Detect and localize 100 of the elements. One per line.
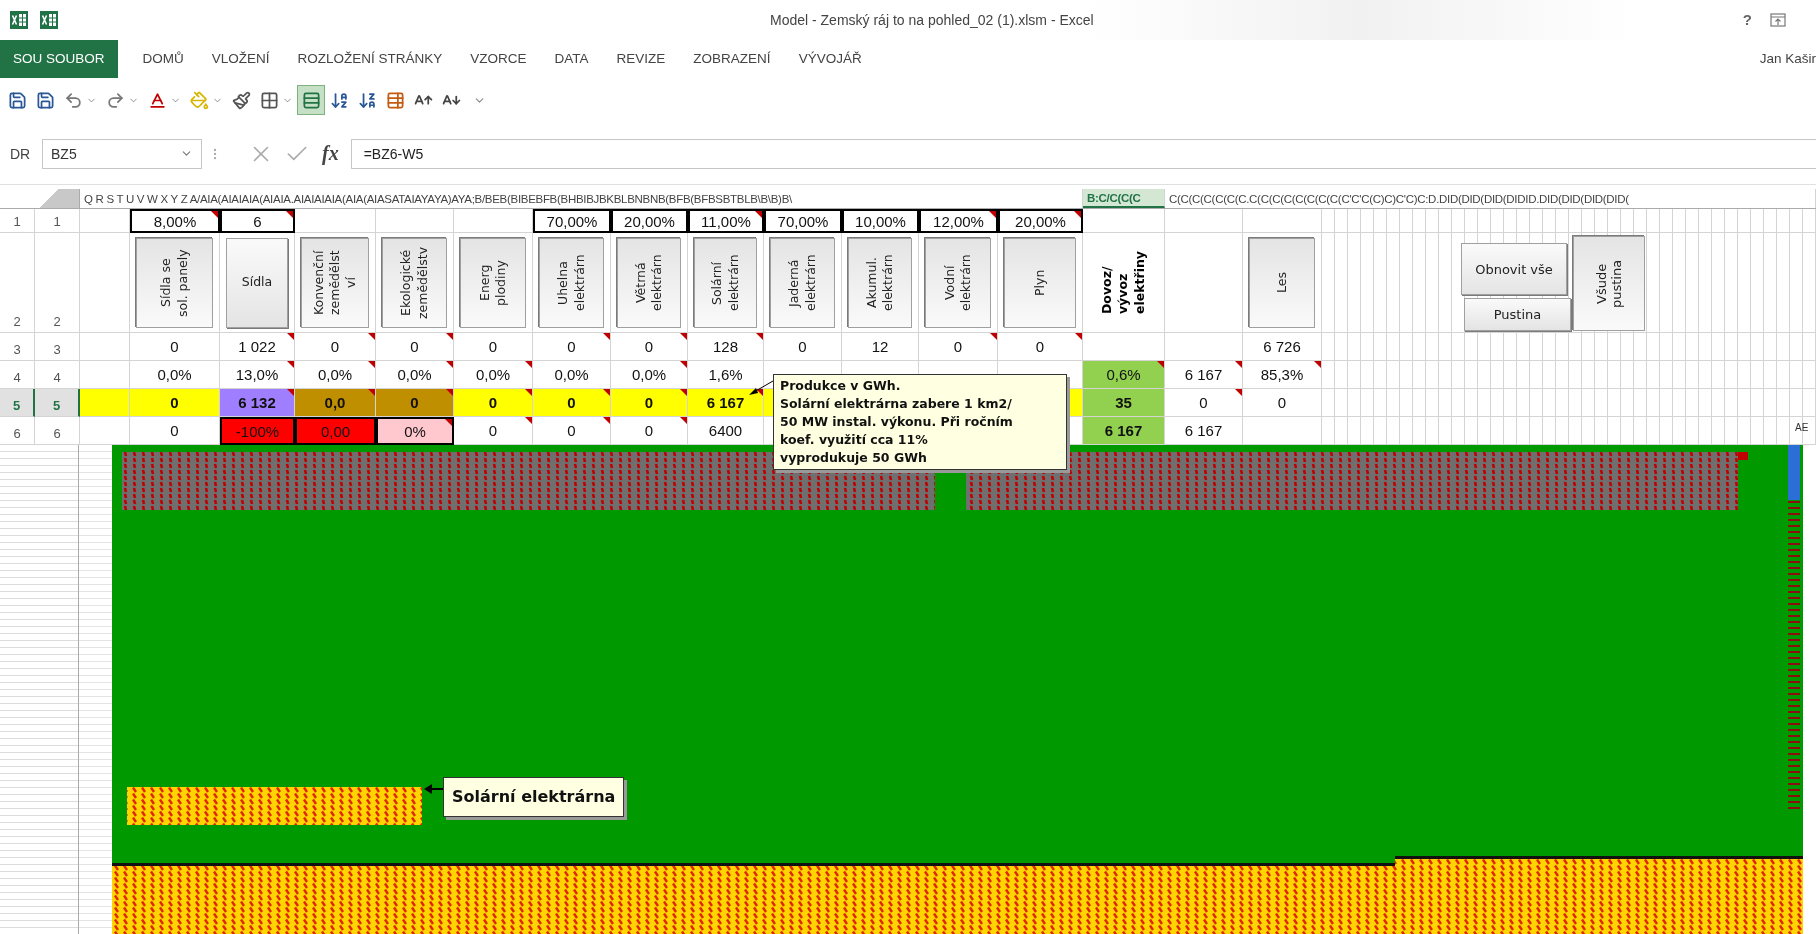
sheet-button[interactable]: Vodní elektrárn	[925, 237, 991, 328]
table-cell: 0	[376, 389, 454, 417]
sheet-button[interactable]: Plyn	[1004, 237, 1076, 328]
table-cell: 70,00%	[764, 209, 842, 233]
column-headers[interactable]: B:C/C(C(C	[1083, 189, 1165, 208]
user-name[interactable]: Jan Kašir	[1759, 51, 1816, 67]
row-header[interactable]: 4	[0, 361, 35, 389]
sheet-button[interactable]: Sídla se sol. panely	[136, 237, 213, 328]
ribbon-tab[interactable]: VLOŽENÍ	[198, 39, 283, 78]
row-header[interactable]: 2	[0, 233, 35, 333]
table-cell: 0,0%	[611, 361, 688, 389]
sheet-button[interactable]: Všude pustina	[1573, 236, 1645, 331]
row-header[interactable]: 3	[35, 333, 80, 361]
paint-bucket-icon	[189, 90, 209, 110]
font-color-icon	[147, 90, 167, 110]
row-header[interactable]: 5	[35, 389, 80, 417]
comment-box: Produkce v GWh. Solární elektrárna zabere 1 km2/ 50 MW instal. výkonu. Při ročním koef. využití cca 11% vyprodukuje 50 GWh	[773, 374, 1067, 470]
table-cell: 0	[295, 333, 376, 361]
toolbar-button[interactable]	[298, 86, 324, 115]
leader-line	[748, 380, 774, 396]
table-cell: 0,0	[295, 389, 376, 417]
table-cell: 0	[130, 333, 220, 361]
ribbon-tab[interactable]: ZOBRAZENÍ	[680, 39, 784, 78]
table-cell: 0	[533, 389, 611, 417]
row-header[interactable]: 1	[0, 209, 35, 233]
sheet-button[interactable]: Ekologické zemědělstv	[382, 237, 447, 328]
table-cell: 0	[454, 389, 533, 417]
save-icon	[35, 90, 55, 110]
redo-icon	[105, 90, 125, 110]
table-cell: 0,0%	[295, 361, 376, 389]
window-title: Model - Zemský ráj to na pohled_02 (1).xlsm - Excel	[770, 11, 1094, 28]
sheet-button[interactable]: Les	[1249, 237, 1315, 328]
formula-field[interactable]: =BZ6-W5	[350, 138, 1816, 169]
ribbon-tab[interactable]: DOMŮ	[129, 39, 197, 78]
leader-arrow-icon	[424, 783, 444, 795]
cell-reference: BZ5	[51, 145, 77, 162]
sort-descending-icon	[357, 90, 377, 110]
file-tab[interactable]: SOU SOUBOR	[0, 39, 118, 78]
table-cell: 35	[1083, 389, 1165, 417]
row-header[interactable]: 6	[0, 417, 35, 445]
sheet-button[interactable]: Větrná elektrárn	[617, 237, 681, 328]
table-cell: 6 132	[220, 389, 295, 417]
table-cell: 6 167	[1165, 361, 1243, 389]
table-cell: 0	[764, 333, 842, 361]
sheet-button[interactable]: Obnovit vše	[1461, 243, 1567, 295]
sheet-button[interactable]: Sídla	[226, 237, 288, 328]
row-header[interactable]: 4	[35, 361, 80, 389]
row-header[interactable]: 1	[35, 209, 80, 233]
help-button[interactable]: ?	[1736, 11, 1758, 29]
sheet-button[interactable]: Pustina	[1464, 298, 1571, 331]
table-cell: 13,0%	[220, 361, 295, 389]
sort-ascending-icon	[329, 90, 349, 110]
sheet-button[interactable]: Solární elektrárn	[694, 237, 757, 328]
ribbon-tab[interactable]: REVIZE	[603, 39, 679, 78]
sheet-button[interactable]: Konvenční zemědělst ví	[301, 237, 369, 328]
table-cell: 0,0%	[454, 361, 533, 389]
table-cell: 6 726	[1243, 333, 1322, 361]
ribbon-tab[interactable]: VÝVOJÁŘ	[785, 39, 875, 78]
table-icon	[385, 90, 405, 110]
table-cell: 0,0%	[376, 361, 454, 389]
table-cell: 11,00%	[688, 209, 764, 233]
table-cell: 0,00	[295, 417, 376, 445]
undo-icon	[63, 90, 83, 110]
table-cell: 0	[611, 417, 688, 445]
save-icon	[7, 90, 27, 110]
table-cell: 6 167	[1083, 417, 1165, 445]
table-cell: 70,00%	[533, 209, 611, 233]
table-cell: 0	[1165, 389, 1243, 417]
rows-icon	[301, 90, 321, 110]
ribbon-tab[interactable]: VZORCE	[457, 39, 540, 78]
row-header[interactable]: 6	[35, 417, 80, 445]
table-cell: 0	[533, 333, 611, 361]
row-header[interactable]: 5	[0, 389, 35, 417]
table-cell: 20,00%	[998, 209, 1083, 233]
sheet-button[interactable]: Uhelna elektrárn	[539, 237, 604, 328]
table-cell: 0,6%	[1083, 361, 1165, 389]
table-cell: 0,0%	[130, 361, 220, 389]
row-header[interactable]: 2	[35, 233, 80, 333]
sheet-button[interactable]: Energ plodiny	[460, 237, 526, 328]
paintbrush-icon	[231, 90, 251, 110]
table-cell: 6 167	[1165, 417, 1243, 445]
table-cell: 128	[688, 333, 764, 361]
insert-function-button[interactable]: fx	[316, 142, 345, 166]
row-header[interactable]: 3	[0, 333, 35, 361]
table-cell: 0,0%	[533, 361, 611, 389]
table-cell: 1,6%	[688, 361, 764, 389]
ribbon-tab[interactable]: ROZLOŽENÍ STRÁNKY	[284, 39, 456, 78]
ribbon-tab[interactable]: DATA	[541, 39, 602, 78]
table-cell: 20,00%	[611, 209, 688, 233]
sheet-button[interactable]: Jaderná elektrárn	[770, 237, 835, 328]
table-cell: 12	[842, 333, 919, 361]
note-box: Solární elektrárna	[443, 777, 625, 817]
restore-icon[interactable]	[1770, 12, 1786, 27]
table-cell: 6 167	[688, 389, 764, 417]
sheet-button[interactable]: Akumul. elektrárn	[848, 237, 912, 328]
table-cell: 6400	[688, 417, 764, 445]
table-cell: 0	[130, 389, 220, 417]
table-cell: 0	[454, 417, 533, 445]
borders-icon	[259, 90, 279, 110]
name-box[interactable]: BZ5	[42, 138, 202, 169]
